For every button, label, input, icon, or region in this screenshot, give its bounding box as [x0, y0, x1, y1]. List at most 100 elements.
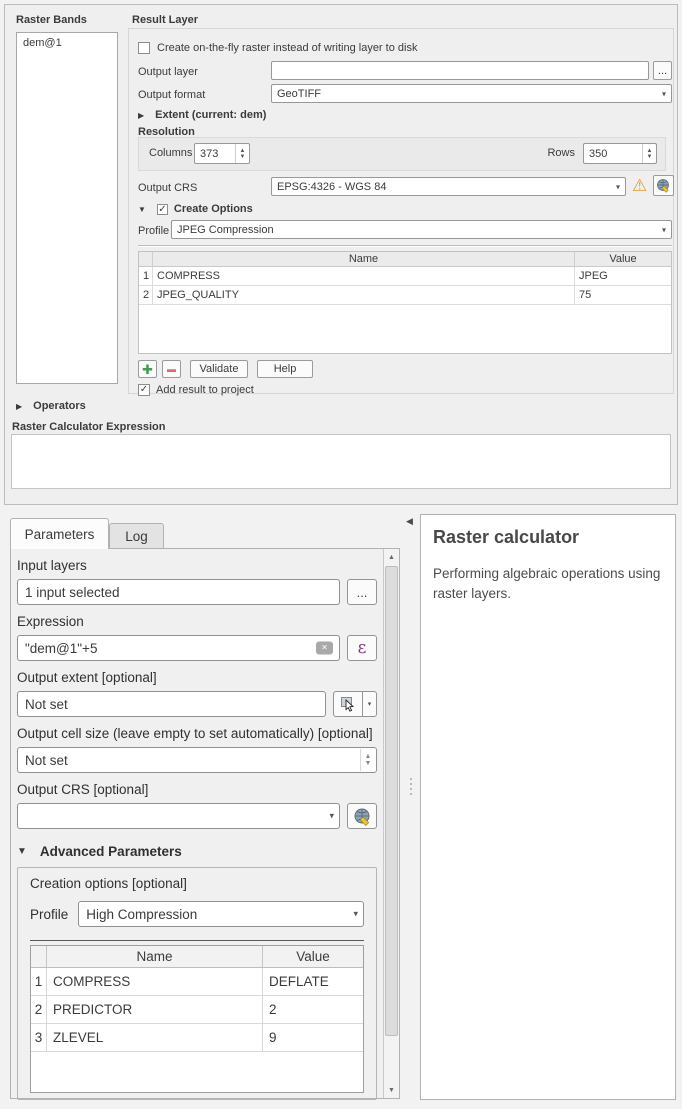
add-result-label: Add result to project	[156, 384, 254, 396]
extent-section-label[interactable]: Extent (current: dem)	[155, 109, 266, 121]
scroll-down-icon[interactable]: ▼	[384, 1082, 399, 1098]
raster-bands-list[interactable]: dem@1	[16, 32, 118, 384]
columns-spinbox[interactable]: 373 ▲ ▼	[194, 143, 250, 164]
output-layer-input[interactable]	[271, 61, 649, 80]
expression-builder-button[interactable]: ε	[347, 635, 377, 661]
expression-section-label: Raster Calculator Expression	[12, 421, 165, 433]
output-crs-optional-select[interactable]: ▾	[17, 803, 340, 829]
cell-size-spinbox[interactable]: Not set ▲ ▼	[17, 747, 377, 773]
vertical-scrollbar[interactable]: ▲ ▼	[383, 549, 399, 1098]
profile-value: JPEG Compression	[177, 224, 274, 236]
create-options-checkbox[interactable]: ✓	[157, 204, 168, 215]
minus-icon: ▬	[167, 365, 176, 374]
splitter-handle[interactable]	[410, 778, 412, 795]
expression-value: "dem@1"+5	[25, 641, 97, 656]
output-format-select[interactable]: GeoTIFF ▾	[271, 84, 672, 103]
scrollbar-thumb[interactable]	[385, 566, 398, 1036]
cell-name[interactable]: PREDICTOR	[47, 996, 263, 1023]
collapse-panel-icon[interactable]: ◀	[406, 516, 413, 527]
chevron-down-icon: ▾	[353, 908, 358, 919]
rows-spinbox[interactable]: 350 ▲ ▼	[583, 143, 657, 164]
operators-label[interactable]: Operators	[33, 400, 86, 412]
profile-label: Profile	[138, 225, 169, 237]
extent-collapsed-icon[interactable]: ▶	[138, 111, 144, 120]
select-crs-button[interactable]	[653, 175, 674, 196]
operators-collapsed-icon[interactable]: ▶	[16, 402, 22, 411]
chevron-down-icon: ▾	[662, 225, 666, 234]
cell-value[interactable]: JPEG	[575, 267, 671, 285]
table-row[interactable]: 3 ZLEVEL 9	[31, 1024, 363, 1052]
resolution-frame: Columns 373 ▲ ▼ Rows 350 ▲ ▼	[138, 137, 666, 171]
clear-icon[interactable]: ×	[316, 642, 333, 655]
profile-select[interactable]: High Compression ▾	[78, 901, 364, 927]
output-extent-input[interactable]: Not set	[17, 691, 326, 717]
table-row[interactable]: 2 PREDICTOR 2	[31, 996, 363, 1024]
output-layer-browse-button[interactable]: ...	[653, 61, 672, 80]
output-crs-select[interactable]: EPSG:4326 - WGS 84 ▾	[271, 177, 626, 196]
input-layers-browse-button[interactable]: ...	[347, 579, 377, 605]
table-corner	[139, 252, 153, 266]
on-the-fly-checkbox[interactable]	[138, 42, 150, 54]
help-button[interactable]: Help	[257, 360, 313, 378]
output-crs-optional-label: Output CRS [optional]	[17, 782, 377, 797]
cell-size-value: Not set	[25, 753, 68, 768]
cell-value[interactable]: DEFLATE	[263, 968, 363, 995]
row-number: 3	[31, 1024, 47, 1051]
cell-name[interactable]: COMPRESS	[47, 968, 263, 995]
cell-value[interactable]: 75	[575, 286, 671, 304]
table-row[interactable]: 2 JPEG_QUALITY 75	[139, 286, 671, 305]
help-description: Performing algebraic operations using ra…	[433, 564, 663, 603]
rows-value: 350	[589, 148, 607, 160]
remove-option-button[interactable]: ▬	[162, 360, 181, 378]
create-options-expanded-icon[interactable]: ▼	[138, 205, 146, 214]
extent-picker-button[interactable]: ▾	[333, 691, 377, 717]
separator	[30, 940, 364, 941]
raster-band-item[interactable]: dem@1	[17, 33, 117, 53]
create-options-label[interactable]: Create Options	[174, 203, 253, 215]
output-format-value: GeoTIFF	[277, 88, 321, 100]
chevron-down-icon[interactable]: ▾	[363, 691, 377, 717]
expression-label: Expression	[17, 614, 377, 629]
cell-value[interactable]: 2	[263, 996, 363, 1023]
cell-value[interactable]: 9	[263, 1024, 363, 1051]
row-number: 1	[31, 968, 47, 995]
raster-calculator-options-panel: Raster Bands dem@1 Result Layer Create o…	[4, 4, 678, 505]
creation-options-label: Creation options [optional]	[30, 876, 364, 891]
profile-value: High Compression	[86, 907, 197, 922]
expression-input[interactable]: "dem@1"+5 ×	[17, 635, 340, 661]
table-row[interactable]: 1 COMPRESS DEFLATE	[31, 968, 363, 996]
row-number: 1	[139, 267, 153, 285]
profile-label: Profile	[30, 907, 68, 922]
spin-up-icon[interactable]: ▲	[365, 753, 372, 760]
spin-down-icon[interactable]: ▼	[647, 154, 653, 160]
input-layers-label: Input layers	[17, 558, 377, 573]
chevron-down-icon: ▾	[616, 182, 620, 191]
add-option-button[interactable]: ✚	[138, 360, 157, 378]
cell-name[interactable]: COMPRESS	[153, 267, 575, 285]
tab-log[interactable]: Log	[109, 523, 164, 549]
spin-down-icon[interactable]: ▼	[365, 760, 372, 767]
advanced-expanded-icon[interactable]: ▼	[17, 846, 27, 857]
plus-icon: ✚	[142, 363, 153, 376]
cell-name[interactable]: ZLEVEL	[47, 1024, 263, 1051]
raster-bands-label: Raster Bands	[16, 14, 87, 26]
raster-calculator-expression-input[interactable]	[11, 434, 671, 489]
map-select-cursor-icon	[340, 696, 356, 712]
globe-pencil-icon	[656, 178, 671, 193]
input-layers-select[interactable]: 1 input selected	[17, 579, 340, 605]
scroll-up-icon[interactable]: ▲	[384, 549, 399, 565]
output-extent-label: Output extent [optional]	[17, 670, 377, 685]
tab-parameters[interactable]: Parameters	[10, 518, 109, 549]
table-row[interactable]: 1 COMPRESS JPEG	[139, 267, 671, 286]
advanced-parameters-label[interactable]: Advanced Parameters	[40, 844, 182, 859]
add-result-checkbox[interactable]: ✓	[138, 384, 150, 396]
on-the-fly-label: Create on-the-fly raster instead of writ…	[157, 42, 417, 54]
spin-down-icon[interactable]: ▼	[240, 154, 246, 160]
profile-select[interactable]: JPEG Compression ▾	[171, 220, 672, 239]
output-crs-value: EPSG:4326 - WGS 84	[277, 181, 386, 193]
help-panel: Raster calculator Performing algebraic o…	[420, 514, 676, 1100]
validate-button[interactable]: Validate	[190, 360, 248, 378]
select-crs-button[interactable]	[347, 803, 377, 829]
cell-name[interactable]: JPEG_QUALITY	[153, 286, 575, 304]
creation-options-table: Name Value 1 COMPRESS DEFLATE 2 PREDICTO…	[30, 945, 364, 1093]
